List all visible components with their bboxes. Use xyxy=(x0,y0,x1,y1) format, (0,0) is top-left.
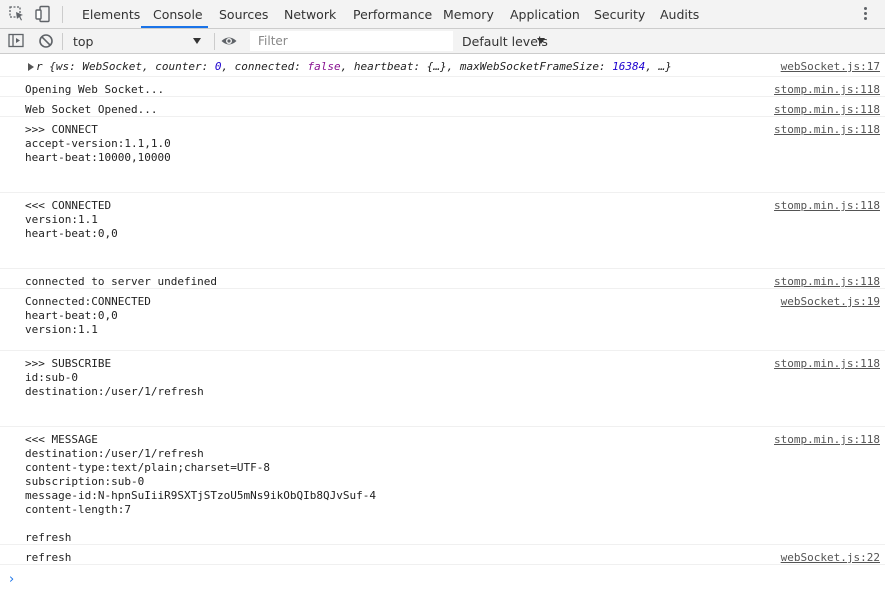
object-preview-prefix: r {ws: WebSocket, counter: xyxy=(36,60,215,73)
chevron-down-icon xyxy=(193,38,201,44)
log-levels-dropdown[interactable]: Default levels xyxy=(462,34,548,49)
console-message: Web Socket Opened... stomp.min.js:118 xyxy=(0,97,885,117)
console-toolbar: top Default levels xyxy=(0,29,885,54)
source-link[interactable]: webSocket.js:22 xyxy=(781,551,880,565)
source-link[interactable]: stomp.min.js:118 xyxy=(774,83,880,97)
devtools-tab-bar: Elements Console Sources Network Perform… xyxy=(0,0,885,29)
message-text: <<< MESSAGE destination:/user/1/refresh … xyxy=(25,433,376,544)
console-message: Opening Web Socket... stomp.min.js:118 xyxy=(0,77,885,97)
object-connected-value: false xyxy=(307,60,341,73)
more-options-icon[interactable] xyxy=(862,7,868,23)
tab-performance[interactable]: Performance xyxy=(353,0,432,28)
object-preview-text: , connected: xyxy=(221,60,308,73)
object-frame-size-value: 16384 xyxy=(612,60,646,73)
tab-elements[interactable]: Elements xyxy=(82,0,140,28)
eye-icon[interactable] xyxy=(220,32,238,50)
active-tab-indicator xyxy=(141,26,208,28)
console-message: <<< MESSAGE destination:/user/1/refresh … xyxy=(0,427,885,545)
tab-sources[interactable]: Sources xyxy=(219,0,268,28)
toolbar-divider xyxy=(62,33,63,50)
message-text: >>> CONNECT accept-version:1.1,1.0 heart… xyxy=(25,123,171,164)
console-message: Connected:CONNECTED heart-beat:0,0 versi… xyxy=(0,289,885,351)
message-text: Opening Web Socket... xyxy=(25,83,165,96)
tab-console[interactable]: Console xyxy=(153,0,203,28)
source-link[interactable]: stomp.min.js:118 xyxy=(774,199,880,213)
expand-triangle-icon[interactable] xyxy=(28,63,34,71)
console-prompt-icon[interactable]: › xyxy=(9,572,14,587)
clear-console-icon[interactable] xyxy=(37,32,55,50)
message-text: Connected:CONNECTED heart-beat:0,0 versi… xyxy=(25,295,151,336)
tab-security[interactable]: Security xyxy=(594,0,645,28)
tab-audits[interactable]: Audits xyxy=(660,0,699,28)
device-toolbar-icon[interactable] xyxy=(34,5,52,23)
object-preview-suffix: , …} xyxy=(645,60,672,73)
source-link[interactable]: webSocket.js:17 xyxy=(781,60,880,74)
message-text: <<< CONNECTED version:1.1 heart-beat:0,0 xyxy=(25,199,118,240)
console-message: >>> SUBSCRIBE id:sub-0 destination:/user… xyxy=(0,351,885,427)
source-link[interactable]: stomp.min.js:118 xyxy=(774,275,880,289)
console-message: refresh webSocket.js:22 xyxy=(0,545,885,565)
chevron-down-icon xyxy=(537,38,545,44)
message-text: Web Socket Opened... xyxy=(25,103,158,116)
context-selector-value: top xyxy=(73,34,94,49)
source-link[interactable]: webSocket.js:19 xyxy=(781,295,880,309)
filter-input[interactable] xyxy=(250,31,453,51)
tab-application[interactable]: Application xyxy=(510,0,580,28)
tab-bar-divider xyxy=(62,6,63,23)
message-text: refresh xyxy=(25,551,72,564)
console-message: <<< CONNECTED version:1.1 heart-beat:0,0… xyxy=(0,193,885,269)
message-text: >>> SUBSCRIBE id:sub-0 destination:/user… xyxy=(25,357,204,398)
inspect-element-icon[interactable] xyxy=(8,5,26,23)
context-selector[interactable]: top xyxy=(66,31,206,51)
source-link[interactable]: stomp.min.js:118 xyxy=(774,357,880,371)
console-object-log[interactable]: r {ws: WebSocket, counter: 0, connected:… xyxy=(0,54,885,77)
object-preview-text: , heartbeat: {…}, maxWebSocketFrameSize: xyxy=(340,60,613,73)
tab-memory[interactable]: Memory xyxy=(443,0,494,28)
source-link[interactable]: stomp.min.js:118 xyxy=(774,103,880,117)
source-link[interactable]: stomp.min.js:118 xyxy=(774,123,880,137)
toolbar-divider xyxy=(214,33,215,50)
console-message: >>> CONNECT accept-version:1.1,1.0 heart… xyxy=(0,117,885,193)
source-link[interactable]: stomp.min.js:118 xyxy=(774,433,880,447)
tab-network[interactable]: Network xyxy=(284,0,336,28)
console-message: connected to server undefined stomp.min.… xyxy=(0,269,885,289)
sidebar-toggle-icon[interactable] xyxy=(7,32,25,50)
message-text: connected to server undefined xyxy=(25,275,218,288)
